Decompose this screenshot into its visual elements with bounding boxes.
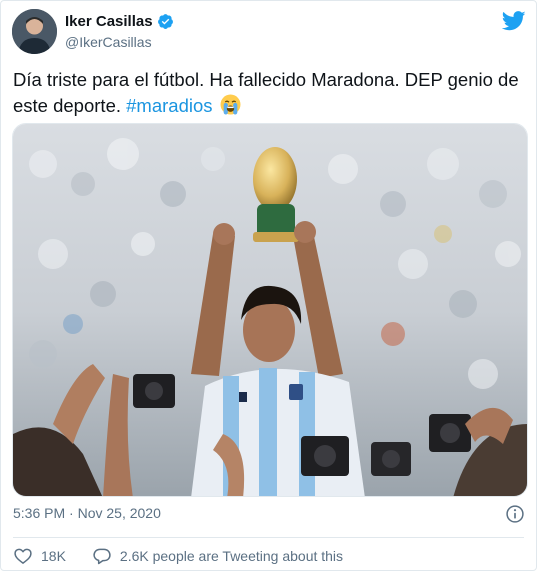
verified-badge-icon <box>157 14 173 29</box>
crying-face-emoji <box>220 94 241 122</box>
hashtag-link[interactable]: #maradios <box>126 95 212 116</box>
twitter-bird-icon[interactable] <box>502 11 526 31</box>
info-icon[interactable] <box>505 504 525 524</box>
tweet-photo[interactable] <box>12 123 528 497</box>
tweet-timestamp[interactable]: 5:36 PM · Nov 25, 2020 <box>13 505 161 521</box>
avatar[interactable] <box>12 9 57 54</box>
like-count: 18K <box>41 548 66 564</box>
tweet-text-block: Día triste para el fútbol. Ha fallecido … <box>13 67 527 122</box>
speech-bubble-icon <box>93 548 111 565</box>
author-handle[interactable]: @IkerCasillas <box>65 34 152 50</box>
tweet-text: Día triste para el fútbol. Ha fallecido … <box>13 69 519 116</box>
heart-icon <box>14 548 32 564</box>
author-name[interactable]: Iker Casillas <box>65 13 153 30</box>
divider <box>13 537 524 538</box>
conversation-count: 2.6K people are Tweeting about this <box>119 548 344 564</box>
author-name-row[interactable]: Iker Casillas <box>65 13 174 30</box>
conversation-button[interactable]: 2.6K people are Tweeting about this <box>92 546 343 566</box>
tweet-actions: 18K 2.6K people are Tweeting about this <box>13 546 343 566</box>
like-button[interactable]: 18K <box>13 546 66 566</box>
tweet-card: Iker Casillas @IkerCasillas Día triste p… <box>0 0 537 571</box>
